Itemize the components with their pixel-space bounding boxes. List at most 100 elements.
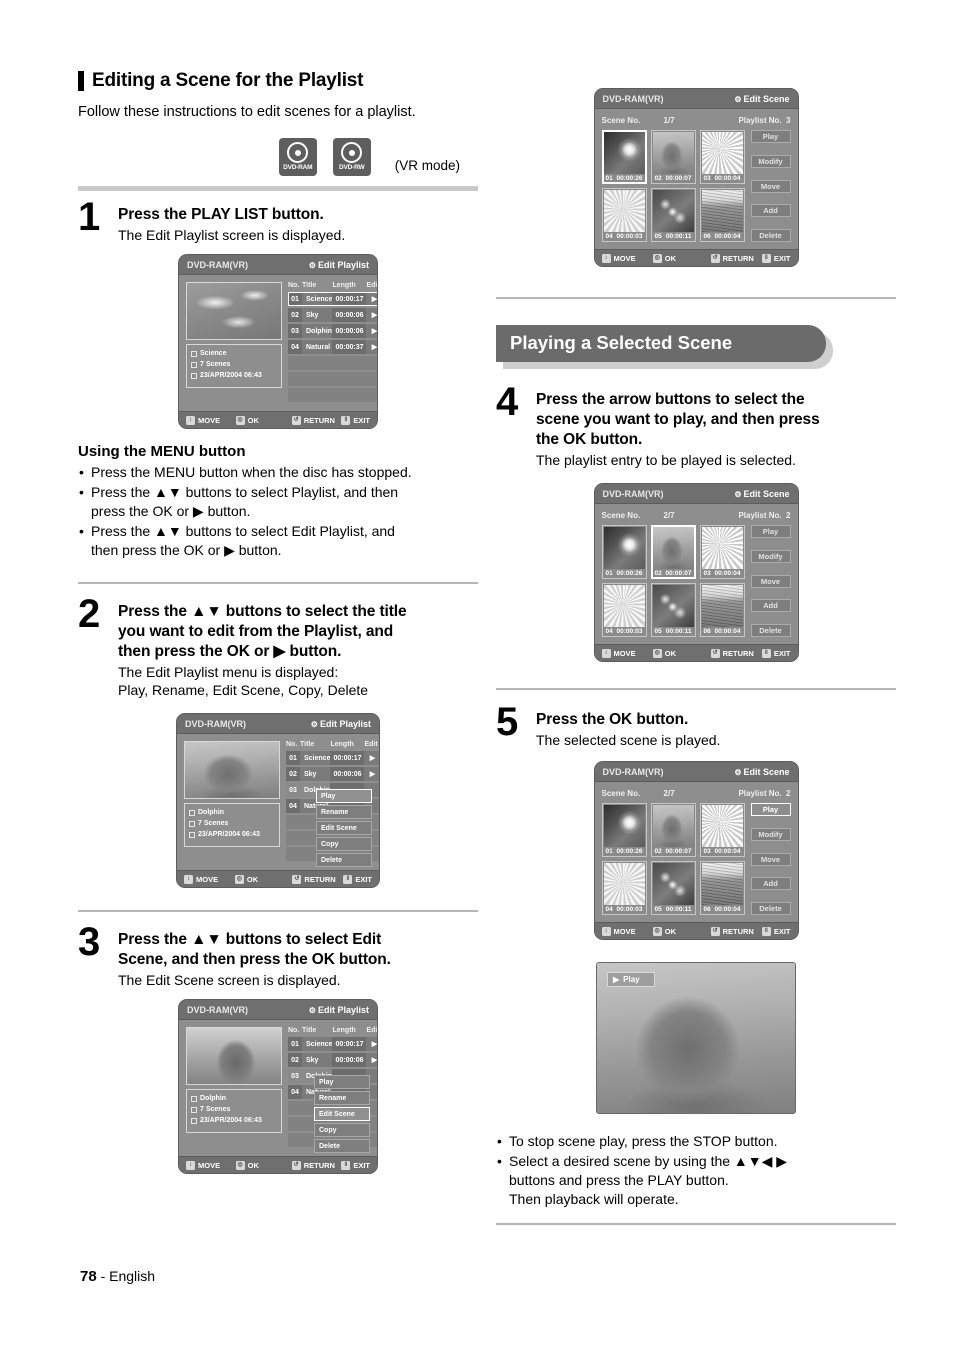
osd-edit-playlist-2[interactable]: DVD-RAM(VR) ⚙ Edit Playlist Dolphin 7 Sce… xyxy=(176,713,380,888)
delete-button[interactable]: Delete xyxy=(750,902,791,915)
delete-button[interactable]: Delete xyxy=(750,229,791,242)
scene-cell[interactable]: 06 00:00:04 xyxy=(699,188,745,242)
menu-item-edit-scene[interactable]: Edit Scene xyxy=(316,821,372,835)
move-button[interactable]: Move xyxy=(750,179,791,193)
scene-cell[interactable]: 04 00:00:03 xyxy=(601,861,647,915)
osd-edit-scene-3[interactable]: DVD-RAM(VR) ⚙ Edit Scene Scene No. 2/7 Pl… xyxy=(593,761,799,940)
table-row[interactable]: 01 Science 00:00:17 ▶ xyxy=(286,751,379,765)
play-arrow-icon[interactable]: ▶ xyxy=(364,767,379,781)
table-row[interactable]: 04 Natural 00:00:37 ▶ xyxy=(288,340,377,354)
osd-navbar: ↕ MOVE ◎ OK ↺ RETURN ‖ EXIT xyxy=(594,644,798,661)
scene-cell[interactable]: 04 00:00:03 xyxy=(601,188,647,242)
nav-move[interactable]: ↕ MOVE xyxy=(186,1160,236,1170)
play-arrow-icon[interactable]: ▶ xyxy=(366,340,377,354)
scene-cell[interactable]: 02 00:00:07 xyxy=(650,803,696,857)
osd-edit-playlist-1[interactable]: DVD-RAM(VR) ⚙ Edit Playlist Science 7 Sce… xyxy=(178,254,378,429)
nav-exit[interactable]: ‖ EXIT xyxy=(761,648,790,658)
scene-cell[interactable]: 01 00:00:26 xyxy=(601,803,647,857)
scene-cell[interactable]: 05 00:00:11 xyxy=(650,188,696,242)
menu-item-copy[interactable]: Copy xyxy=(316,837,372,851)
scene-cell[interactable]: 05 00:00:11 xyxy=(650,861,696,915)
scene-cell[interactable]: 03 00:00:04 xyxy=(699,803,745,857)
menu-item-delete[interactable]: Delete xyxy=(316,853,372,867)
menu-item-play[interactable]: Play xyxy=(314,1075,370,1089)
menu-item-rename[interactable]: Rename xyxy=(314,1091,370,1105)
scene-thumbnail xyxy=(603,132,645,174)
nav-return[interactable]: ↺ RETURN xyxy=(710,648,762,658)
nav-move[interactable]: ↕ MOVE xyxy=(601,926,653,936)
table-row[interactable]: 03 Dolphin 00:00:06 ▶ xyxy=(288,324,377,338)
nav-exit[interactable]: ‖ EXIT xyxy=(343,874,372,884)
scene-cell[interactable]: 06 00:00:04 xyxy=(699,861,745,915)
osd-edit-scene-2[interactable]: DVD-RAM(VR) ⚙ Edit Scene Scene No. 2/7 Pl… xyxy=(593,483,799,662)
nav-ok[interactable]: ◎ OK xyxy=(652,253,711,263)
nav-return[interactable]: ↺ RETURN xyxy=(291,1160,342,1170)
table-row[interactable]: 01 Science 00:00:17 ▶ xyxy=(288,292,377,306)
nav-return[interactable]: ↺ RETURN xyxy=(710,926,762,936)
nav-ok[interactable]: ◎ OK xyxy=(652,648,711,658)
move-button[interactable]: Move xyxy=(750,852,791,866)
nav-move[interactable]: ↕ MOVE xyxy=(186,415,236,425)
nav-ok[interactable]: ◎ OK xyxy=(235,1160,292,1170)
menu-item-rename[interactable]: Rename xyxy=(316,805,372,819)
play-arrow-icon[interactable]: ▶ xyxy=(366,1037,377,1051)
scene-cell[interactable]: 04 00:00:03 xyxy=(601,583,647,637)
scene-cell[interactable]: 02 00:00:07 xyxy=(650,525,696,579)
play-status-badge: ▶ Play xyxy=(607,972,655,987)
scene-cell[interactable]: 01 00:00:26 xyxy=(601,130,647,184)
play-button[interactable]: Play xyxy=(750,803,791,816)
nav-return[interactable]: ↺ RETURN xyxy=(291,415,342,425)
scene-cell[interactable]: 06 00:00:04 xyxy=(699,583,745,637)
play-button[interactable]: Play xyxy=(750,130,791,143)
osd-edit-playlist-3[interactable]: DVD-RAM(VR) ⚙ Edit Playlist Dolphin 7 Sce… xyxy=(178,999,378,1174)
context-menu[interactable]: Play Rename Edit Scene Copy Delete xyxy=(316,789,372,867)
playback-still[interactable]: ▶ Play xyxy=(596,962,796,1114)
modify-button[interactable]: Modify xyxy=(750,827,791,841)
add-button[interactable]: Add xyxy=(750,599,791,613)
scene-cell[interactable]: 01 00:00:26 xyxy=(601,525,647,579)
add-button[interactable]: Add xyxy=(750,877,791,891)
nav-exit[interactable]: ‖ EXIT xyxy=(341,1160,370,1170)
menu-item-play[interactable]: Play xyxy=(316,789,372,803)
scene-cell[interactable]: 03 00:00:04 xyxy=(699,525,745,579)
nav-return[interactable]: ↺ RETURN xyxy=(710,253,762,263)
play-button[interactable]: Play xyxy=(750,525,791,538)
table-row[interactable]: 01 Science 00:00:17 ▶ xyxy=(288,1037,377,1051)
play-arrow-icon[interactable]: ▶ xyxy=(366,1053,377,1067)
nav-exit[interactable]: ‖ EXIT xyxy=(761,926,790,936)
osd-screen-title: ⚙ Edit Scene xyxy=(734,766,790,777)
scene-cell[interactable]: 03 00:00:04 xyxy=(699,130,745,184)
move-button[interactable]: Move xyxy=(750,574,791,588)
menu-item-edit-scene[interactable]: Edit Scene xyxy=(314,1107,370,1121)
table-row[interactable]: 02 Sky 00:00:06 ▶ xyxy=(288,308,377,322)
table-row-empty xyxy=(288,356,377,370)
osd-edit-scene-1[interactable]: DVD-RAM(VR) ⚙ Edit Scene Scene No. 1/7 Pl… xyxy=(593,88,799,267)
left-column: Editing a Scene for the Playlist Follow … xyxy=(78,70,478,1178)
nav-move[interactable]: ↕ MOVE xyxy=(601,253,653,263)
play-arrow-icon[interactable]: ▶ xyxy=(366,308,377,322)
nav-exit[interactable]: ‖ EXIT xyxy=(761,253,790,263)
table-row[interactable]: 02 Sky 00:00:06 ▶ xyxy=(288,1053,377,1067)
nav-move[interactable]: ↕ MOVE xyxy=(601,648,653,658)
menu-item-copy[interactable]: Copy xyxy=(314,1123,370,1137)
modify-button[interactable]: Modify xyxy=(750,154,791,168)
context-menu[interactable]: Play Rename Edit Scene Copy Delete xyxy=(314,1075,370,1153)
nav-move[interactable]: ↕ MOVE xyxy=(184,874,235,884)
modify-button[interactable]: Modify xyxy=(750,549,791,563)
return-icon: ↺ xyxy=(710,926,720,936)
playlist-table: No. Title Length Edit 01 Science 00:00:1… xyxy=(288,282,377,404)
menu-item-delete[interactable]: Delete xyxy=(314,1139,370,1153)
play-arrow-icon[interactable]: ▶ xyxy=(364,751,379,765)
nav-ok[interactable]: ◎ OK xyxy=(234,874,292,884)
scene-cell[interactable]: 02 00:00:07 xyxy=(650,130,696,184)
delete-button[interactable]: Delete xyxy=(750,624,791,637)
play-arrow-icon[interactable]: ▶ xyxy=(366,324,377,338)
scene-cell[interactable]: 05 00:00:11 xyxy=(650,583,696,637)
nav-return[interactable]: ↺ RETURN xyxy=(292,874,343,884)
nav-ok[interactable]: ◎ OK xyxy=(652,926,711,936)
table-row[interactable]: 02 Sky 00:00:06 ▶ xyxy=(286,767,379,781)
play-arrow-icon[interactable]: ▶ xyxy=(366,292,377,306)
nav-ok[interactable]: ◎ OK xyxy=(235,415,292,425)
nav-exit[interactable]: ‖ EXIT xyxy=(341,415,370,425)
add-button[interactable]: Add xyxy=(750,204,791,218)
